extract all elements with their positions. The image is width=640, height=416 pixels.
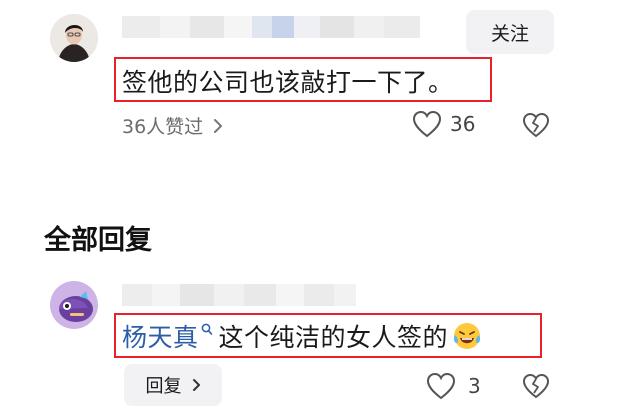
chevron-right-icon [213, 118, 223, 134]
follow-button[interactable]: 关注 [466, 10, 554, 54]
comment-text: 签他的公司也该敲打一下了。 [122, 68, 454, 97]
heart-outline-icon [412, 110, 442, 138]
search-icon [201, 323, 213, 337]
mention-link[interactable]: 杨天真 [122, 318, 199, 354]
heart-outline-icon [426, 372, 456, 400]
dislike-button[interactable] [522, 112, 550, 142]
reply-label: 回复 [145, 376, 182, 397]
reply-like-button[interactable]: 3 [426, 372, 481, 400]
liked-by-text: 36人赞过 [122, 116, 204, 138]
username-blurred [122, 16, 420, 38]
reply-text-row: 杨天真 这个纯洁的女人签的 [122, 318, 482, 354]
reply-dislike-button[interactable] [522, 373, 550, 403]
like-count: 36 [450, 112, 476, 136]
reply-button[interactable]: 回复 [124, 364, 222, 406]
crying-laughing-emoji-icon [452, 321, 482, 351]
chevron-right-icon [192, 378, 201, 392]
reply-avatar[interactable] [50, 281, 98, 329]
like-button[interactable]: 36 [412, 110, 475, 138]
reply-username-blurred [122, 284, 356, 306]
broken-heart-icon [522, 112, 550, 138]
liked-by-link[interactable]: 36人赞过 [122, 112, 223, 139]
reply-text: 这个纯洁的女人签的 [218, 323, 449, 352]
section-title: 全部回复 [44, 225, 152, 256]
avatar[interactable] [50, 14, 98, 62]
broken-heart-icon [522, 373, 550, 399]
reply-like-count: 3 [468, 374, 481, 398]
